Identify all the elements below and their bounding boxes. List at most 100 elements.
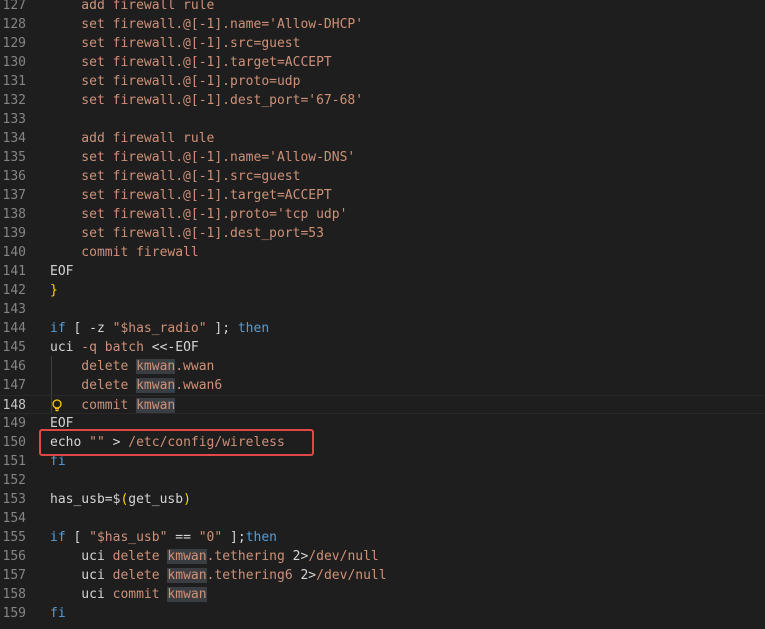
- code-text[interactable]: set firewall.@[-1].name='Allow-DNS': [50, 148, 355, 167]
- code-token: "0": [198, 530, 223, 545]
- line-number: 128: [2, 17, 26, 32]
- code-token: commit firewall: [50, 245, 199, 260]
- code-token: delete: [50, 378, 137, 393]
- code-line[interactable]: 128 set firewall.@[-1].name='Allow-DHCP': [0, 15, 765, 34]
- code-editor[interactable]: 127 add firewall rule 128 set firewall.@[…: [0, 0, 765, 629]
- code-token: delete: [112, 549, 168, 564]
- code-line[interactable]: 135 set firewall.@[-1].name='Allow-DNS': [0, 148, 765, 167]
- line-number: 148: [2, 398, 26, 413]
- code-text[interactable]: has_usb=$(get_usb): [50, 490, 191, 509]
- line-number: 139: [2, 226, 26, 241]
- code-text[interactable]: if [ -z "$has_radio" ]; then: [50, 319, 269, 338]
- code-token: uci: [50, 549, 113, 564]
- code-text[interactable]: uci -q batch <<-EOF: [50, 338, 199, 357]
- code-text[interactable]: set firewall.@[-1].name='Allow-DHCP': [50, 15, 363, 34]
- code-token: set firewall.@[-1].src=guest: [50, 36, 301, 51]
- code-text[interactable]: set firewall.@[-1].src=guest: [50, 34, 300, 53]
- code-token: kmwan: [167, 587, 207, 602]
- code-token: get_usb: [128, 492, 184, 507]
- code-token: kmwan: [136, 359, 176, 374]
- code-token: set firewall.@[-1].dest_port='67-68': [50, 93, 364, 108]
- code-line[interactable]: 143: [0, 300, 765, 319]
- code-text[interactable]: delete kmwan.wwan6: [50, 376, 222, 395]
- line-number: 159: [2, 606, 26, 621]
- code-token: 2>: [292, 549, 309, 564]
- code-line[interactable]: 155 if [ "$has_usb" == "0" ];then: [0, 528, 765, 547]
- code-line[interactable]: 133: [0, 110, 765, 129]
- code-token: delete: [50, 359, 137, 374]
- lightbulb-icon[interactable]: [51, 399, 63, 412]
- code-text[interactable]: commit firewall: [50, 243, 199, 262]
- code-line[interactable]: 148 commit kmwan: [0, 395, 765, 414]
- code-line[interactable]: 157 uci delete kmwan.tethering6 2>/dev/n…: [0, 566, 765, 585]
- line-number: 153: [2, 492, 26, 507]
- code-token: kmwan: [167, 549, 207, 564]
- code-line[interactable]: 137 set firewall.@[-1].target=ACCEPT: [0, 186, 765, 205]
- code-line[interactable]: 153 has_usb=$(get_usb): [0, 490, 765, 509]
- line-number: 143: [2, 302, 26, 317]
- code-line[interactable]: 156 uci delete kmwan.tethering 2>/dev/nu…: [0, 547, 765, 566]
- code-token: then: [245, 530, 278, 545]
- code-token: uci: [50, 587, 113, 602]
- code-token: add firewall rule: [50, 131, 215, 146]
- code-text[interactable]: uci delete kmwan.tethering6 2>/dev/null: [50, 566, 387, 585]
- code-line[interactable]: 142}: [0, 281, 765, 300]
- code-line[interactable]: 134 add firewall rule: [0, 129, 765, 148]
- code-token: add firewall rule: [50, 0, 215, 13]
- code-text[interactable]: if [ "$has_usb" == "0" ];then: [50, 528, 277, 547]
- line-number: 144: [2, 321, 26, 336]
- code-line[interactable]: 138 set firewall.@[-1].proto='tcp udp': [0, 205, 765, 224]
- code-line[interactable]: 144 if [ -z "$has_radio" ]; then: [0, 319, 765, 338]
- code-text[interactable]: set firewall.@[-1].target=ACCEPT: [50, 186, 331, 205]
- code-token: ): [183, 492, 191, 507]
- code-line[interactable]: 127 add firewall rule: [0, 0, 765, 15]
- code-text[interactable]: set firewall.@[-1].src=guest: [50, 167, 300, 186]
- line-number: 157: [2, 568, 26, 583]
- line-number: 136: [2, 169, 26, 184]
- code-line[interactable]: 147 delete kmwan.wwan6: [0, 376, 765, 395]
- line-number: 152: [2, 473, 26, 488]
- code-text[interactable]: set firewall.@[-1].dest_port=53: [50, 224, 324, 243]
- code-line[interactable]: 132 set firewall.@[-1].dest_port='67-68': [0, 91, 765, 110]
- code-text[interactable]: uci commit kmwan: [50, 585, 207, 604]
- code-line[interactable]: 140 commit firewall: [0, 243, 765, 262]
- code-text[interactable]: commit kmwan: [50, 396, 176, 415]
- line-number: 131: [2, 74, 26, 89]
- code-text[interactable]: add firewall rule: [50, 0, 214, 15]
- code-text[interactable]: set firewall.@[-1].proto=udp: [50, 72, 300, 91]
- code-line[interactable]: 129 set firewall.@[-1].src=guest: [0, 34, 765, 53]
- code-line[interactable]: 152: [0, 471, 765, 490]
- code-token: if: [50, 530, 66, 545]
- code-text[interactable]: add firewall rule: [50, 129, 214, 148]
- code-text[interactable]: delete kmwan.wwan: [50, 357, 214, 376]
- code-line[interactable]: 131 set firewall.@[-1].proto=udp: [0, 72, 765, 91]
- code-text[interactable]: set firewall.@[-1].proto='tcp udp': [50, 205, 347, 224]
- code-line[interactable]: 145 uci -q batch <<-EOF: [0, 338, 765, 357]
- code-token: kmwan: [136, 378, 176, 393]
- line-number: 137: [2, 188, 26, 203]
- code-text[interactable]: EOF: [50, 262, 73, 281]
- code-token: ==: [167, 530, 199, 545]
- code-token: has_usb=$: [50, 492, 121, 507]
- line-number: 154: [2, 511, 26, 526]
- code-text[interactable]: set firewall.@[-1].target=ACCEPT: [50, 53, 331, 72]
- code-line[interactable]: 139 set firewall.@[-1].dest_port=53: [0, 224, 765, 243]
- code-line[interactable]: 154: [0, 509, 765, 528]
- code-token: set firewall.@[-1].name='Allow-DNS': [50, 150, 356, 165]
- code-line[interactable]: 136 set firewall.@[-1].src=guest: [0, 167, 765, 186]
- code-line[interactable]: 158 uci commit kmwan: [0, 585, 765, 604]
- code-line[interactable]: 146 delete kmwan.wwan: [0, 357, 765, 376]
- code-text[interactable]: }: [50, 281, 58, 300]
- code-token: <<-EOF: [151, 340, 199, 355]
- code-text[interactable]: uci delete kmwan.tethering 2>/dev/null: [50, 547, 379, 566]
- line-number: 132: [2, 93, 26, 108]
- highlight-annotation-box: [39, 429, 314, 456]
- code-line[interactable]: 130 set firewall.@[-1].target=ACCEPT: [0, 53, 765, 72]
- line-number: 130: [2, 55, 26, 70]
- line-number: 146: [2, 359, 26, 374]
- code-text[interactable]: set firewall.@[-1].dest_port='67-68': [50, 91, 363, 110]
- code-line[interactable]: 141 EOF: [0, 262, 765, 281]
- line-number: 141: [2, 264, 26, 279]
- code-text[interactable]: fi: [50, 604, 66, 623]
- code-line[interactable]: 159 fi: [0, 604, 765, 623]
